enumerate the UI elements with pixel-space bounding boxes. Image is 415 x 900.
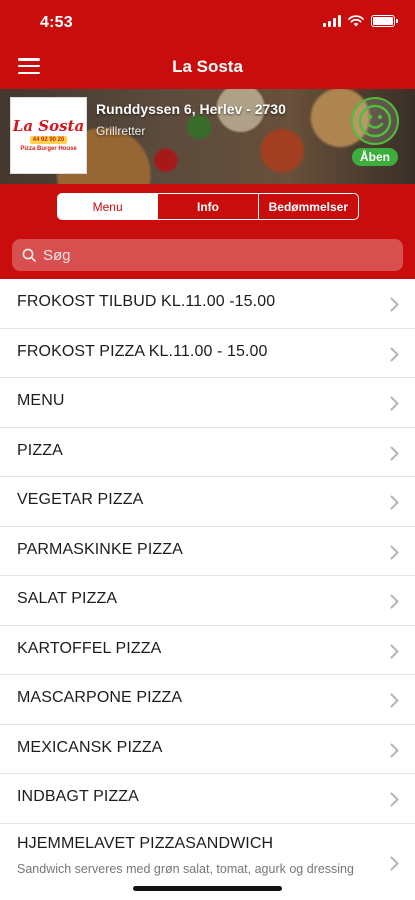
chevron-right-icon — [390, 297, 399, 312]
battery-icon — [371, 15, 398, 27]
list-item[interactable]: MASCARPONE PIZZA — [0, 675, 415, 725]
status-icons — [323, 15, 398, 27]
tab-menu[interactable]: Menu — [58, 194, 158, 219]
chevron-right-icon — [390, 545, 399, 559]
chevron-right-icon — [390, 495, 399, 510]
page-title: La Sosta — [172, 57, 243, 76]
chevron-right-icon — [390, 693, 399, 708]
list-item[interactable]: PIZZA — [0, 428, 415, 477]
chevron-right-icon — [390, 446, 399, 460]
chevron-right-icon — [390, 856, 399, 870]
list-item[interactable]: FROKOST PIZZA KL.11.00 - 15.00 — [0, 329, 415, 378]
wifi-icon — [348, 15, 364, 27]
list-item[interactable]: MENU — [0, 378, 415, 428]
status-bar: 4:53 — [0, 0, 415, 44]
chevron-right-icon — [390, 792, 399, 807]
chevron-right-icon — [390, 644, 399, 658]
hygiene-rating: Åben — [347, 97, 403, 166]
list-item[interactable]: MEXICANSK PIZZA — [0, 725, 415, 774]
list-item[interactable]: PARMASKINKE PIZZA — [0, 527, 415, 576]
menu-category-list: FROKOST TILBUD KL.11.00 -15.00 FROKOST P… — [0, 279, 415, 900]
list-item[interactable]: KARTOFFEL PIZZA — [0, 626, 415, 675]
status-time: 4:53 — [40, 14, 73, 31]
cellular-signal-icon — [323, 15, 341, 27]
chevron-right-icon — [390, 743, 399, 757]
tab-info[interactable]: Info — [157, 194, 257, 219]
smiley-icon — [351, 97, 399, 145]
list-item[interactable]: FROKOST TILBUD KL.11.00 -15.00 — [0, 279, 415, 329]
restaurant-category: Grillretter — [96, 124, 146, 138]
chevron-right-icon — [390, 347, 399, 361]
list-item[interactable]: VEGETAR PIZZA — [0, 477, 415, 527]
home-indicator[interactable] — [133, 886, 282, 891]
open-status-badge: Åben — [352, 148, 398, 166]
tab-reviews[interactable]: Bedømmelser — [257, 194, 358, 219]
restaurant-address: Runddyssen 6, Herlev - 2730 — [96, 101, 286, 117]
navigation-bar: La Sosta — [0, 44, 415, 88]
list-item[interactable]: INDBAGT PIZZA — [0, 774, 415, 824]
list-item-description: Sandwich serveres med grøn salat, tomat,… — [17, 861, 354, 876]
search-bar[interactable] — [12, 239, 403, 271]
chevron-right-icon — [390, 396, 399, 411]
restaurant-logo: La Sosta 44 92 90 20 Pizza Burger House — [10, 97, 87, 174]
search-input[interactable] — [43, 246, 383, 264]
search-icon — [22, 248, 36, 262]
restaurant-banner: La Sosta 44 92 90 20 Pizza Burger House … — [0, 89, 415, 184]
chevron-right-icon — [390, 594, 399, 609]
segmented-tabs: Menu Info Bedømmelser — [57, 193, 359, 220]
list-item[interactable]: SALAT PIZZA — [0, 576, 415, 626]
